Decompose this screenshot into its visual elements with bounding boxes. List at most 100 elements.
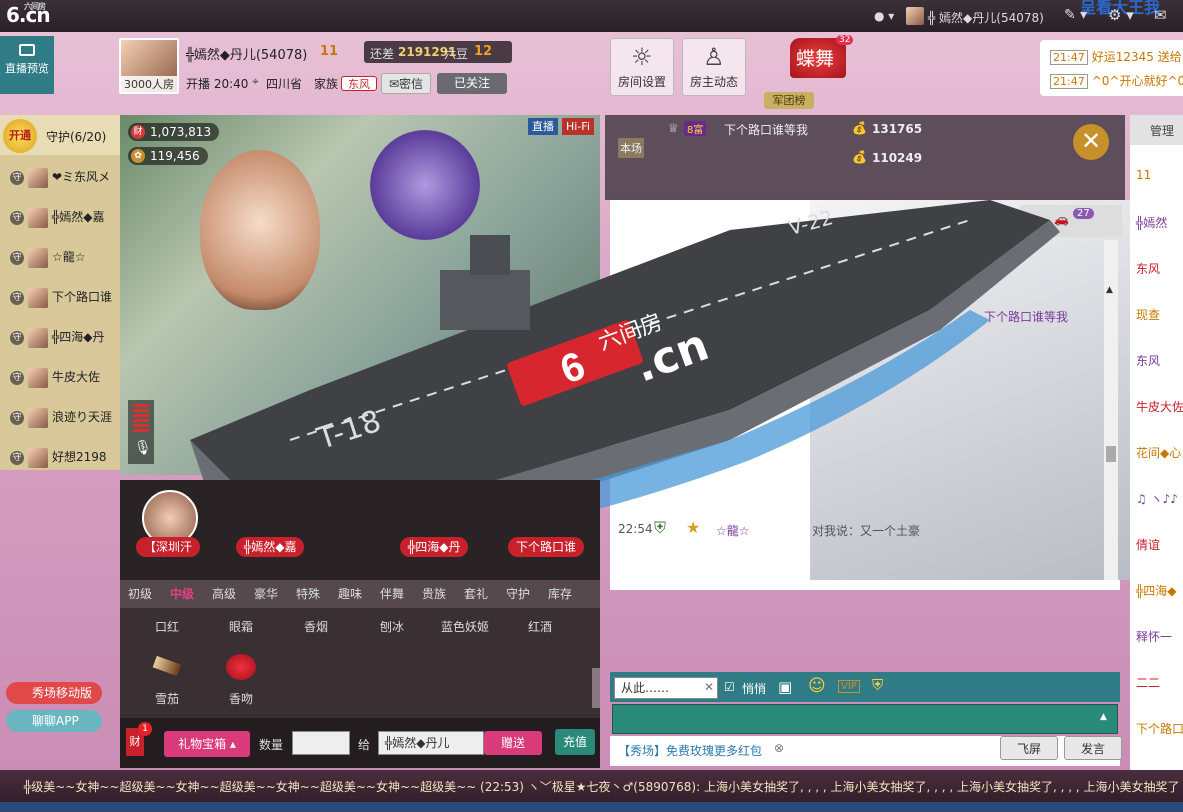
- send-gift-button[interactable]: 赠送: [484, 731, 542, 755]
- status-dot-icon[interactable]: ● ▾: [874, 9, 894, 23]
- right-list-entry[interactable]: 释怀一: [1136, 628, 1172, 645]
- site-logo[interactable]: 六间房 6.cn: [6, 2, 51, 27]
- hifi-tag[interactable]: Hi-Fi: [562, 118, 594, 135]
- right-list-entry[interactable]: 倩谊: [1136, 536, 1160, 553]
- gift-tab[interactable]: 中级: [170, 580, 194, 608]
- right-list-entry[interactable]: 11: [1136, 168, 1151, 182]
- live-preview-button[interactable]: 直播预览: [0, 36, 54, 94]
- guard-name: ☆龍☆: [52, 250, 86, 264]
- send-message-button[interactable]: 发言: [1064, 736, 1122, 760]
- chat-target-select[interactable]: 从此……: [614, 677, 718, 699]
- gift-tab[interactable]: 高级: [212, 580, 236, 608]
- guard-emoji-icon[interactable]: ⛨: [872, 676, 883, 694]
- right-list-entry[interactable]: 花间◆心: [1136, 444, 1181, 461]
- guard-item[interactable]: 守 好想2198: [0, 437, 120, 477]
- quantity-input[interactable]: [292, 731, 350, 755]
- gift-tab[interactable]: 豪华: [254, 580, 278, 608]
- quiet-checkbox[interactable]: ☑: [724, 680, 735, 694]
- gift-item[interactable]: 香烟: [304, 618, 328, 635]
- gift-tab[interactable]: 守护: [506, 580, 530, 608]
- user-avatar[interactable]: [906, 7, 924, 25]
- gift-item[interactable]: 红酒: [528, 618, 552, 635]
- legion-rank-button[interactable]: 军团榜: [764, 92, 814, 109]
- edit-icon[interactable]: ✎ ▾: [1064, 7, 1087, 23]
- guard-item[interactable]: 守 ╬四海◆丹: [0, 317, 120, 357]
- guard-item[interactable]: 守 浪迹り天涯: [0, 397, 120, 437]
- user-name[interactable]: ╬ 嫣然◆丹儿(54078): [928, 9, 1044, 26]
- gear-icon[interactable]: ⚙ ▾: [1108, 6, 1134, 24]
- gift-avatar-name[interactable]: ╬四海◆丹: [400, 537, 469, 557]
- gift-item[interactable]: 口红: [155, 618, 179, 635]
- gift-avatar-name[interactable]: 下个路口谁: [508, 537, 585, 557]
- gift-item[interactable]: 香吻: [229, 690, 253, 707]
- os-taskbar: [0, 802, 1183, 812]
- scroll-up-icon[interactable]: ▲: [1106, 285, 1113, 295]
- message-button[interactable]: ✉密信: [381, 73, 431, 94]
- gift-tab[interactable]: 贵族: [422, 580, 446, 608]
- fly-screen-button[interactable]: 飞屏: [1000, 736, 1058, 760]
- scrollbar-thumb[interactable]: [1106, 446, 1116, 462]
- right-list-entry[interactable]: ♫ ヽ♪♪: [1136, 490, 1178, 507]
- mail-icon[interactable]: ✉: [1154, 6, 1167, 24]
- trophy-icon: ♕: [668, 121, 679, 135]
- right-list-entry[interactable]: 东风: [1136, 260, 1160, 277]
- rank-value: 131765: [872, 122, 923, 136]
- guard-item[interactable]: 守 牛皮大佐: [0, 357, 120, 397]
- volume-meter: [133, 404, 149, 434]
- chat-count-badge: 27: [1073, 208, 1094, 219]
- guard-name: ╬嫣然◆嘉: [52, 210, 105, 224]
- guard-item[interactable]: 守 ╬嫣然◆嘉: [0, 197, 120, 237]
- gift-item[interactable]: 刨冰: [380, 618, 404, 635]
- mobile-version-link[interactable]: 秀场移动版: [6, 682, 102, 704]
- guard-item[interactable]: 守 ☆龍☆: [0, 237, 120, 277]
- gift-item[interactable]: 雪茄: [155, 690, 179, 707]
- gift-avatar-name[interactable]: ╬嫣然◆嘉: [236, 537, 305, 557]
- host-level: 11: [320, 44, 339, 59]
- right-list-entry[interactable]: ╬嫣然: [1136, 214, 1167, 231]
- input-expand-icon[interactable]: ▲: [1100, 712, 1107, 722]
- room-settings-button[interactable]: ☼ 房间设置: [610, 38, 674, 96]
- live-tag: 直播: [528, 118, 558, 135]
- gift-tab[interactable]: 特殊: [296, 580, 320, 608]
- microphone-icon[interactable]: 🎙: [134, 440, 152, 456]
- kiss-icon[interactable]: [226, 654, 256, 680]
- guard-item[interactable]: 守 ❤ミ东风メ: [0, 157, 120, 197]
- location: 四川省: [266, 77, 303, 91]
- right-list-entry[interactable]: 现查: [1136, 306, 1160, 323]
- gift-tab[interactable]: 库存: [548, 580, 572, 608]
- right-list-entry[interactable]: 二二: [1136, 674, 1160, 691]
- gift-tab[interactable]: 趣味: [338, 580, 362, 608]
- follow-button[interactable]: 已关注: [437, 73, 507, 94]
- gift-item[interactable]: 眼霜: [229, 618, 253, 635]
- image-icon[interactable]: ▣: [778, 678, 792, 696]
- host-dynamics-button[interactable]: ♙ 房主动态: [682, 38, 746, 96]
- chat-app-link[interactable]: 聊聊APP: [6, 710, 102, 732]
- emoji-icon[interactable]: ☺: [808, 676, 826, 696]
- right-list-entry[interactable]: 牛皮大佐: [1136, 398, 1183, 415]
- chat-input[interactable]: [612, 704, 1118, 734]
- promo-link[interactable]: 【秀场】免费玫瑰更多红包: [618, 742, 762, 759]
- message-button-label: 密信: [399, 77, 424, 91]
- gift-tab[interactable]: 套礼: [464, 580, 488, 608]
- right-list-entry[interactable]: ╬四海◆: [1136, 582, 1176, 599]
- right-list-entry[interactable]: 东风: [1136, 352, 1160, 369]
- promo-close-icon[interactable]: ⊗: [774, 741, 784, 755]
- guard-shield-icon: 守: [10, 210, 24, 225]
- clear-target-icon[interactable]: ✕: [704, 680, 714, 694]
- vip-icon[interactable]: VIP: [838, 680, 860, 693]
- gift-tab[interactable]: 初级: [128, 580, 152, 608]
- gift-avatar-name[interactable]: 【深圳汗: [136, 537, 201, 557]
- right-list-entry[interactable]: 下个路口: [1136, 720, 1183, 737]
- recipient-select[interactable]: ╬嫣然◆丹儿: [378, 731, 484, 755]
- gift-item[interactable]: 蓝色妖姬: [441, 618, 489, 635]
- guard-name: 牛皮大佐: [52, 370, 101, 384]
- recharge-button[interactable]: 充值: [555, 729, 595, 755]
- admin-tab[interactable]: 管理: [1150, 122, 1174, 139]
- gift-tab[interactable]: 伴舞: [380, 580, 404, 608]
- guard-item[interactable]: 守 下个路口谁: [0, 277, 120, 317]
- close-icon[interactable]: ✕: [1073, 124, 1109, 160]
- family-badge[interactable]: 东风: [341, 76, 377, 91]
- gift-scrollbar[interactable]: [592, 668, 600, 708]
- open-guard-button[interactable]: 开通: [3, 119, 37, 153]
- gift-box-button[interactable]: 礼物宝箱 ▴: [164, 731, 250, 757]
